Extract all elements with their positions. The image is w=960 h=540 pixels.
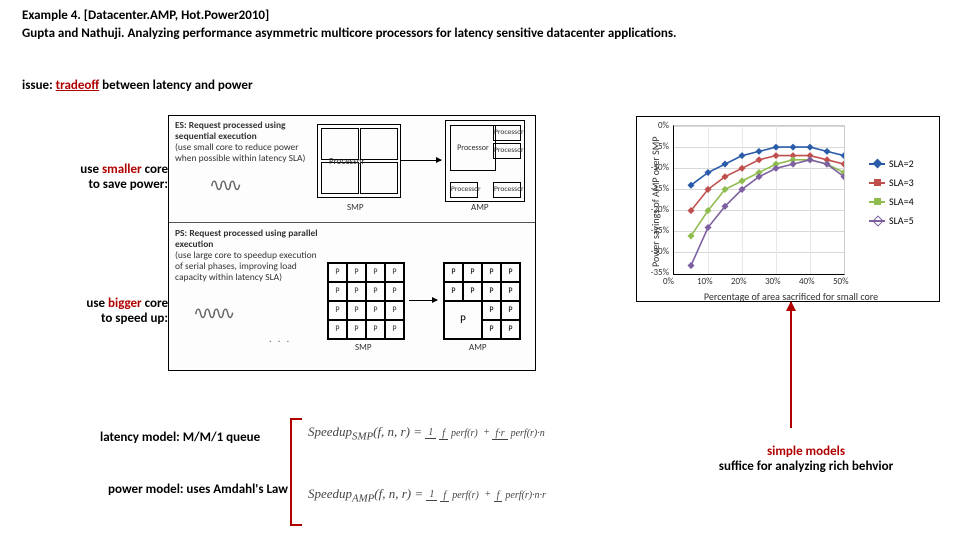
arrow-icon [401,160,441,161]
latency-model-label: latency model: M/M/1 queue [100,430,260,445]
y-tick: -20% [639,204,669,215]
legend-item: SLA=4 [869,195,935,208]
small-processor: Processor [493,125,521,141]
small-processor: Processor [450,182,478,198]
issue-post: between latency and power [99,78,252,93]
slide: Example 4. [Datacenter.AMP, Hot.Power201… [0,0,960,540]
legend-item: SLA=2 [869,157,935,170]
es-text: ES: Request processed using sequential e… [175,120,313,164]
amp-box: Processor Processor Processor Processor … [445,120,525,202]
red-arrow-icon [790,302,792,428]
plot-area [673,125,845,275]
chart-legend: SLA=2 SLA=3 SLA=4 SLA=5 [869,157,935,233]
x-tick: 30% [765,276,781,287]
equation-amp: SpeedupAMP(f, n, r) = 1fperf(r) + fperf(… [308,486,552,505]
small-processor: Processor [493,143,521,159]
x-tick: 50% [833,276,849,287]
amp-label: AMP [471,202,489,213]
issue-keyword: tradeoff [56,78,100,93]
ellipsis-icon: . . . [269,332,291,345]
proc-cell [360,128,398,160]
big-processor: Processor [450,125,496,171]
note-bigger-core: use bigger coreto speed up: [48,296,168,326]
request-waves-icon: ∿∿∿∿ [193,302,229,324]
citation-line: Gupta and Nathuji. Analyzing performance… [22,26,677,41]
x-tick: 20% [731,276,747,287]
issue-pre: issue: [22,78,56,93]
y-tick: -10% [639,162,669,173]
bracket-icon [290,418,302,526]
example-bracket: [Datacenter.AMP, Hot.Power2010] [84,8,269,23]
legend-item: SLA=5 [869,214,935,227]
ps-text: PS: Request processed using parallel exe… [175,228,325,283]
request-waves-icon: ∿∿∿ [209,174,236,196]
y-tick: -25% [639,225,669,236]
y-tick: -30% [639,246,669,257]
y-tick: -5% [639,141,669,152]
diagram-bottom-ps: PS: Request processed using parallel exe… [169,222,535,370]
example-header: Example 4. [Datacenter.AMP, Hot.Power201… [22,8,269,23]
smp-grid: PPPP PPPP PPPP PPPP [327,262,405,340]
legend-item: SLA=3 [869,176,935,189]
proc-cell [360,162,398,194]
amp-label: AMP [469,342,487,353]
issue-line: issue: tradeoff between latency and powe… [22,78,253,93]
amp-grid: P P P P P P P P P P P P P [443,262,521,340]
x-tick: 0% [663,276,674,287]
note-smaller-core: use smaller coreto save power: [48,162,168,192]
example-prefix: Example 4. [22,8,84,23]
small-processor: Processor [493,182,521,198]
architecture-diagram: ES: Request processed using sequential e… [168,115,536,371]
equation-smp: SpeedupSMP(f, n, r) = 1fperf(r) + f·rper… [308,424,551,443]
smp-label: SMP [355,342,371,353]
y-tick: 0% [639,120,669,131]
diagram-top-es: ES: Request processed using sequential e… [169,116,535,223]
power-model-label: power model: uses Amdahl's Law [108,482,288,497]
processor-label: Processor [329,156,365,167]
smp-label: SMP [347,202,363,213]
power-savings-chart: Power savings of AMP over SMP SLA=2 SLA=… [636,116,940,302]
chart-curves [674,126,844,274]
y-tick: -15% [639,183,669,194]
conclusion-text: simple models suffice for analyzing rich… [684,444,928,474]
x-tick: 10% [697,276,713,287]
arrow-icon [409,300,437,301]
x-tick: 40% [799,276,815,287]
